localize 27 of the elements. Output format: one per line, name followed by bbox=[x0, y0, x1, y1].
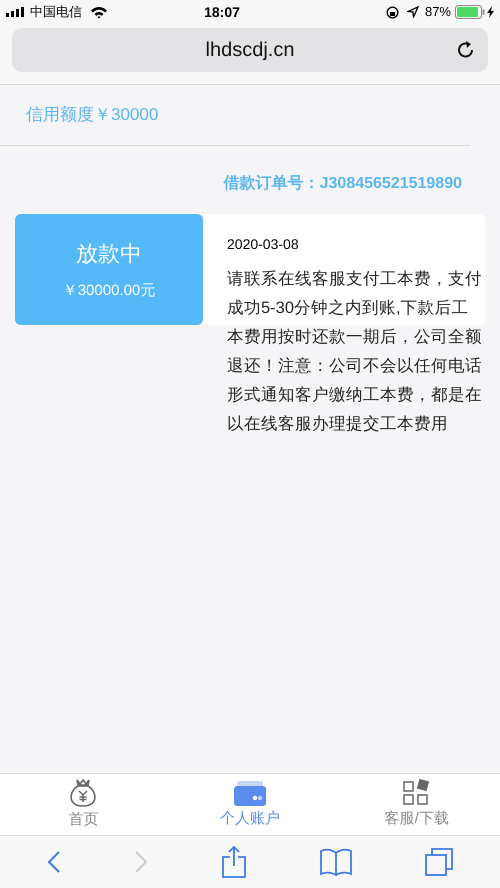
tab-item[interactable]: 首页 bbox=[0, 774, 167, 835]
clock-time: 18:07 bbox=[203, 2, 241, 22]
book-icon[interactable] bbox=[320, 848, 352, 876]
credit-limit: 信用额度￥30000 bbox=[26, 104, 158, 126]
back-icon[interactable] bbox=[46, 850, 61, 874]
tabs-icon[interactable] bbox=[425, 848, 454, 876]
grid-icon bbox=[402, 778, 432, 807]
loan-amount: ￥30000.00元 bbox=[62, 280, 156, 301]
battery-icon bbox=[455, 5, 485, 19]
wallet-icon bbox=[233, 778, 267, 807]
url-text: lhdscdj.cn bbox=[206, 38, 294, 63]
signal-icon bbox=[6, 7, 26, 17]
tab-item[interactable]: 客服/下载 bbox=[333, 774, 500, 835]
loan-message: 请联系在线客服支付工本费，支付成功5-30分钟之内到账,下款后工本费用按时还款一期后，公司全额退还！注意：公司不会以任何电话形式通知客户缴纳工本费，都是在以在线客服办理提交工本费用 bbox=[227, 269, 483, 435]
charging-bolt-icon bbox=[487, 6, 494, 18]
battery-percent: 87% bbox=[424, 3, 451, 22]
rotation-lock-icon bbox=[386, 6, 399, 18]
order-number: 借款订单号：J308456521519890 bbox=[224, 174, 462, 194]
location-arrow-icon bbox=[406, 6, 419, 18]
reload-icon[interactable] bbox=[456, 40, 476, 60]
address-bar[interactable]: lhdscdj.cn bbox=[12, 28, 488, 72]
loan-status: 放款中 bbox=[76, 240, 142, 268]
wifi-icon bbox=[90, 6, 108, 18]
carrier-name: 中国电信 bbox=[30, 3, 82, 22]
tab-item[interactable]: 个人账户 bbox=[166, 774, 334, 835]
loan-date: 2020-03-08 bbox=[227, 235, 300, 254]
share-icon[interactable] bbox=[220, 846, 247, 878]
